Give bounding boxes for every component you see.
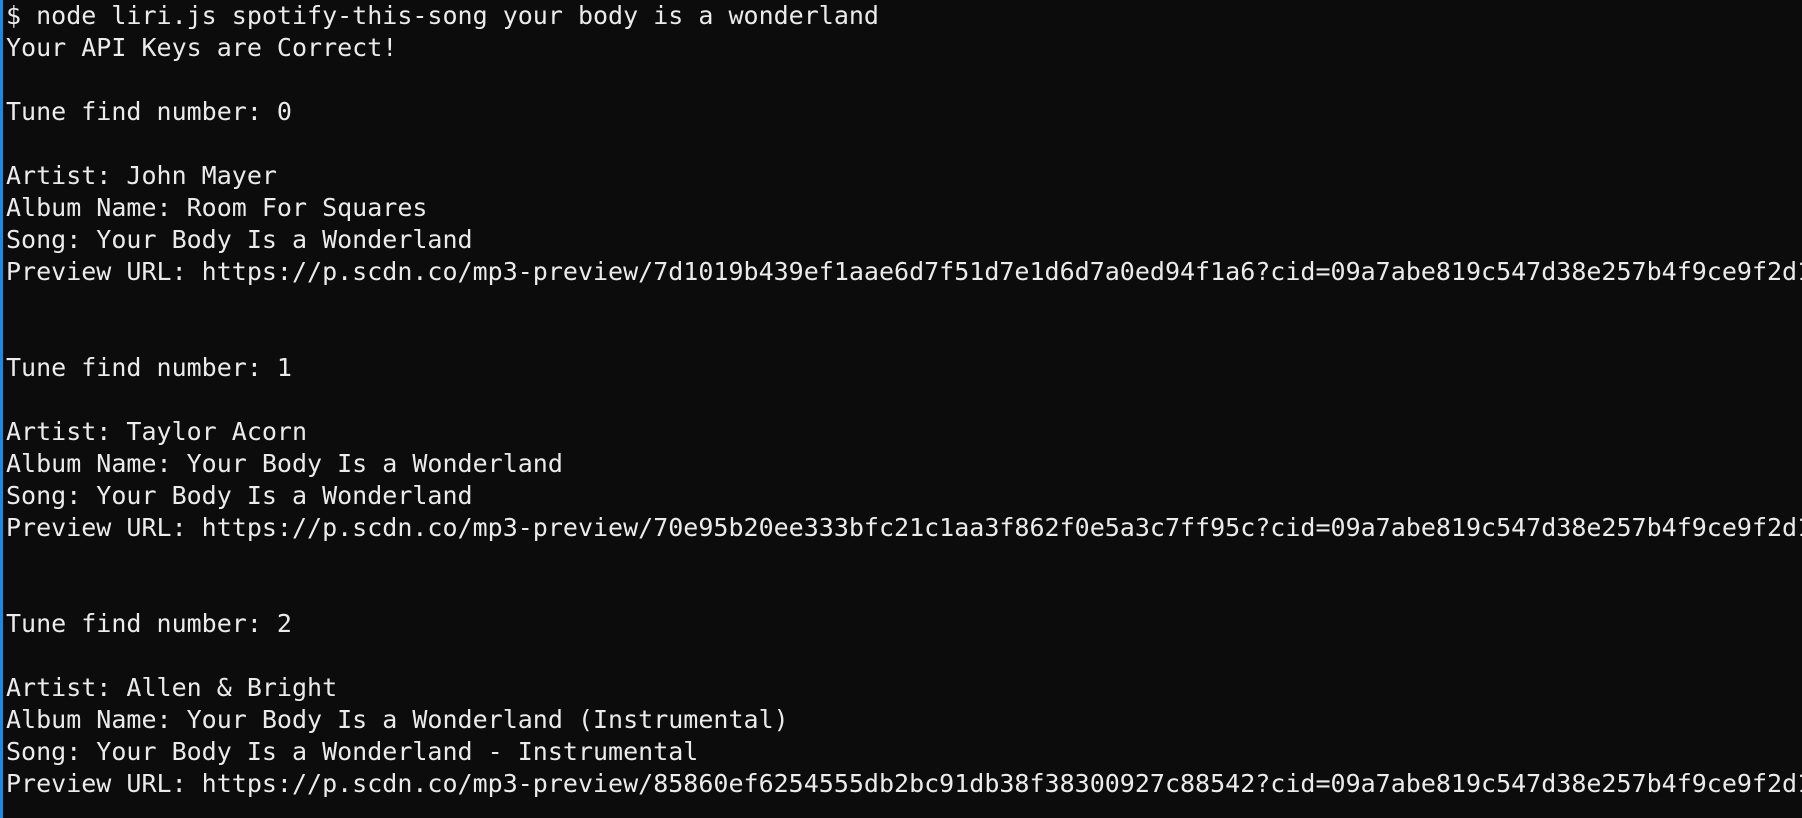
output-line: Preview URL: https://p.scdn.co/mp3-previ… [6, 257, 1802, 286]
output-line: Tune find number: 1 [6, 353, 292, 382]
output-line: Album Name: Your Body Is a Wonderland [6, 449, 563, 478]
output-line: Tune find number: 2 [6, 609, 292, 638]
output-line: Your API Keys are Correct! [6, 33, 398, 62]
output-line: Preview URL: https://p.scdn.co/mp3-previ… [6, 769, 1802, 798]
terminal-window[interactable]: $ node liri.js spotify-this-song your bo… [0, 0, 1802, 818]
output-line: Artist: Taylor Acorn [6, 417, 308, 446]
output-line: Album Name: Room For Squares [6, 193, 428, 222]
output-line: Tune find number: 0 [6, 97, 292, 126]
output-line: Song: Your Body Is a Wonderland [6, 225, 473, 254]
output-line: Artist: Allen & Bright [6, 673, 338, 702]
output-line: Artist: John Mayer [6, 161, 277, 190]
command-line: $ node liri.js spotify-this-song your bo… [6, 1, 879, 30]
output-line: Album Name: Your Body Is a Wonderland (I… [6, 705, 789, 734]
output-line: Song: Your Body Is a Wonderland [6, 481, 473, 510]
output-line: Preview URL: https://p.scdn.co/mp3-previ… [6, 513, 1802, 542]
output-line: Song: Your Body Is a Wonderland - Instru… [6, 737, 699, 766]
terminal-output: $ node liri.js spotify-this-song your bo… [3, 0, 1802, 800]
